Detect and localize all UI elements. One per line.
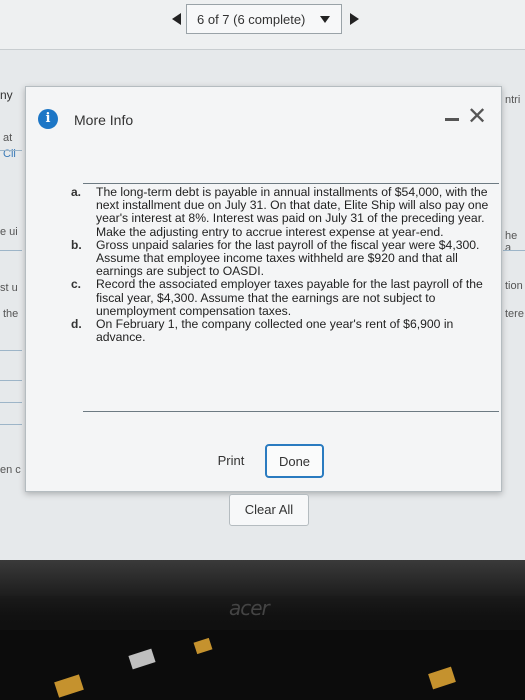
background-fragment: tere [505,308,524,320]
background-fragment: en c [0,464,21,476]
divider [0,380,22,381]
print-button[interactable]: Print [207,446,255,476]
screen: 6 of 7 (6 complete) ny at Cli e ui st u … [0,0,525,560]
list-item: c. Record the associated employer taxes … [71,278,491,318]
info-list: a. The long-term debt is payable in annu… [71,185,491,345]
background-fragment: ntri [505,94,521,106]
item-letter: a. [71,185,82,199]
list-item: a. The long-term debt is payable in annu… [71,185,491,239]
list-item: b. Gross unpaid salaries for the last pa… [71,237,491,279]
desk-object [428,666,456,690]
divider [83,411,499,412]
divider [0,150,22,151]
divider [0,402,22,403]
item-letter: d. [71,317,82,332]
item-letter: c. [71,277,82,292]
background-fragment: e ui [0,226,18,238]
divider [83,183,499,184]
background-fragment: ny [0,88,13,102]
next-arrow-icon[interactable] [350,13,359,25]
close-icon[interactable]: ✕ [467,105,487,129]
previous-arrow-icon[interactable] [172,13,181,25]
divider [0,250,22,251]
info-icon: i [38,109,58,129]
item-text: Record the associated employer taxes pay… [96,277,483,318]
desk-object [54,674,84,698]
clear-all-button[interactable]: Clear All [229,494,309,526]
divider [0,350,22,351]
background-fragment: at [3,132,13,144]
item-text: On February 1, the company collected one… [96,317,454,345]
item-text: Gross unpaid salaries for the last payro… [96,237,480,279]
background-fragment: the [3,308,19,320]
question-pager-dropdown[interactable]: 6 of 7 (6 complete) [186,4,342,34]
minimize-icon[interactable] [445,118,459,121]
chevron-down-icon[interactable] [320,16,330,23]
desk-object [193,637,213,655]
divider [0,424,22,425]
divider [503,250,525,251]
desk-area [0,630,525,700]
monitor-bezel-strip [0,560,525,596]
more-info-dialog: i More Info ✕ a. The long-term debt is p… [25,86,502,492]
item-letter: b. [71,237,82,252]
background-fragment: st u [0,282,18,294]
pager-label: 6 of 7 (6 complete) [197,12,306,27]
dialog-title: More Info [74,112,134,128]
monitor-brand-logo: acer [229,596,270,620]
desk-object [128,648,156,670]
item-text: The long-term debt is payable in annual … [96,185,489,239]
list-item: d. On February 1, the company collected … [71,317,491,345]
done-button[interactable]: Done [265,444,324,478]
background-fragment: tion [505,280,523,292]
top-bar: 6 of 7 (6 complete) [0,0,525,50]
